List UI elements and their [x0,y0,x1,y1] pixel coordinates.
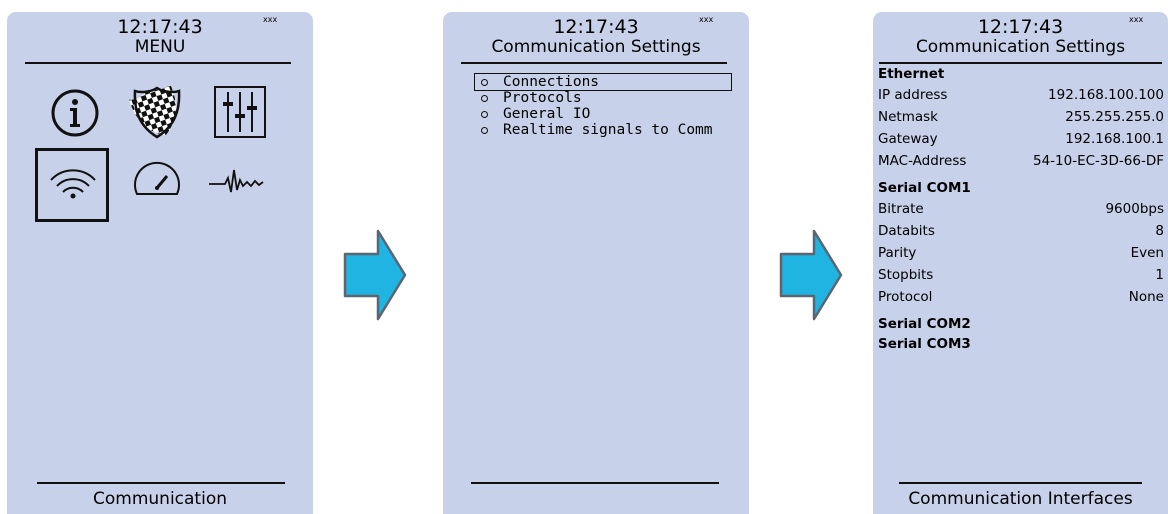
detail-key: Protocol [878,289,933,305]
detail-value: 192.168.100.1 [1065,131,1164,147]
page-title: Communication Settings [491,37,701,57]
footer-label: Communication Interfaces [908,489,1133,509]
detail-value: 54-10-EC-3D-66-DF [1033,153,1164,169]
detail-row-parity[interactable]: Parity Even [876,242,1164,264]
detail-row-databits[interactable]: Databits 8 [876,220,1164,242]
detail-row-ip-address[interactable]: IP address 192.168.100.100 [876,84,1164,106]
bullet-icon [481,127,488,134]
connections-detail-screen: 12:17:43 xxx Communication Settings Ethe… [873,12,1168,514]
detail-row-netmask[interactable]: Netmask 255.255.255.0 [876,106,1164,128]
list-item-protocols[interactable]: Protocols [475,90,731,106]
detail-value: 1 [1155,267,1164,283]
bullet-icon [481,111,488,118]
detail-value: 9600bps [1105,201,1164,217]
clock: 12:17:43 [977,16,1064,38]
detail-key: Netmask [878,109,938,125]
communication-settings-screen: 12:17:43 xxx Communication Settings Conn… [443,12,749,514]
detail-key: Parity [878,245,917,261]
detail-row-protocol[interactable]: Protocol None [876,286,1164,308]
detail-value: 8 [1155,223,1164,239]
page-title: Communication Settings [915,37,1126,57]
list-item-connections[interactable]: Connections [474,73,732,91]
connection-details: Ethernet IP address 192.168.100.100 Netm… [876,64,1164,354]
gauge-icon[interactable] [127,152,187,212]
detail-key: Gateway [878,131,938,147]
detail-key: MAC-Address [878,153,967,169]
detail-key: Databits [878,223,935,239]
sliders-icon[interactable] [210,82,270,142]
corner-indicator: xxx [1129,15,1144,24]
detail-row-bitrate[interactable]: Bitrate 9600bps [876,198,1164,220]
list-item-label: Connections [503,74,600,90]
page-title: MENU [134,37,186,57]
section-serial-com2[interactable]: Serial COM2 [876,314,1164,334]
title-divider [25,62,291,64]
detail-value: Even [1130,245,1164,261]
detail-value: 255.255.255.0 [1065,109,1164,125]
list-item-label: General IO [503,106,591,122]
list-item-label: Protocols [503,90,582,106]
waveform-icon[interactable] [207,152,267,212]
section-serial-com1: Serial COM1 [878,180,971,196]
detail-row-stopbits[interactable]: Stopbits 1 [876,264,1164,286]
detail-key: IP address [878,87,948,103]
section-serial-com3[interactable]: Serial COM3 [876,334,1164,354]
detail-key: Stopbits [878,267,934,283]
detail-key: Bitrate [878,201,924,217]
detail-row-mac-address[interactable]: MAC-Address 54-10-EC-3D-66-DF [876,150,1164,172]
corner-indicator: xxx [263,15,278,24]
bullet-icon [481,95,488,102]
list-item-realtime-signals[interactable]: Realtime signals to Comm [475,122,731,138]
arrow-right-icon [342,228,408,322]
footer-label: Communication [93,489,227,509]
bullet-icon [481,79,488,86]
list-item-general-io[interactable]: General IO [475,106,731,122]
info-icon[interactable] [45,83,105,143]
footer-divider [37,482,285,484]
corner-indicator: xxx [699,15,714,24]
footer-divider [899,482,1142,484]
detail-row-gateway[interactable]: Gateway 192.168.100.1 [876,128,1164,150]
list-item-label: Realtime signals to Comm [503,122,713,138]
detail-value: 192.168.100.100 [1048,87,1164,103]
wireless-icon[interactable] [43,154,103,214]
menu-screen: 12:17:43 xxx MENU Communication [7,12,313,514]
footer-divider [471,482,719,484]
arrow-right-icon [778,228,844,322]
settings-list: Connections Protocols General IO Realtim… [474,73,732,138]
section-ethernet: Ethernet [878,66,945,82]
detail-value: None [1128,289,1164,305]
title-divider [461,62,727,64]
shield-checkered-icon[interactable] [127,82,187,142]
